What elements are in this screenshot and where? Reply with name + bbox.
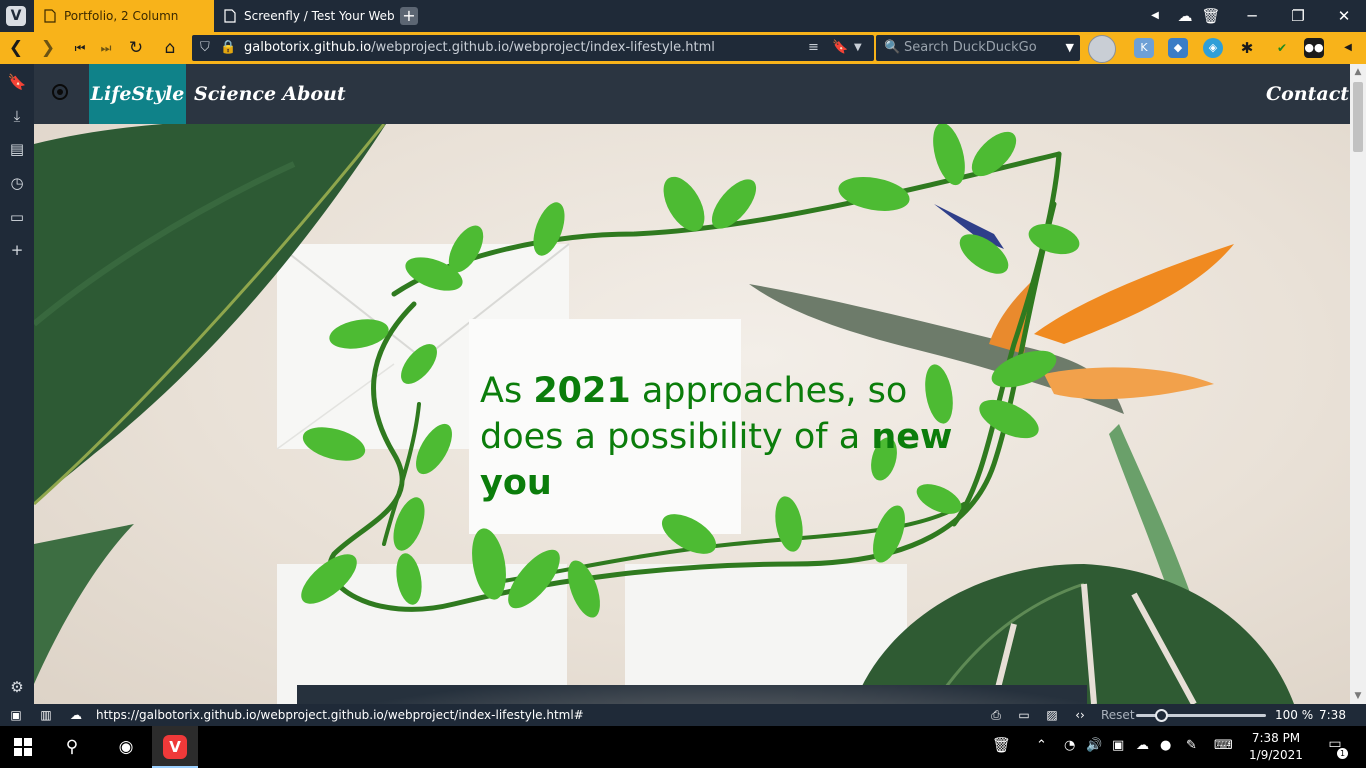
search-placeholder: Search DuckDuckGo — [904, 40, 1037, 55]
page-scrollbar[interactable]: ▲ ▼ — [1350, 64, 1366, 704]
extension-diamond-icon[interactable]: ◈ — [1203, 38, 1223, 58]
document-icon — [224, 9, 236, 23]
zoom-level: 100 % — [1275, 708, 1314, 722]
chevron-down-icon[interactable]: ▼ — [854, 35, 862, 61]
history-icon[interactable]: ◷ — [7, 173, 27, 193]
reader-view-icon[interactable]: ≡ — [808, 35, 819, 61]
status-link-url: https://galbotorix.github.io/webproject.… — [96, 708, 584, 722]
window-icon[interactable]: ▭ — [7, 207, 27, 227]
recycle-bin-icon[interactable]: 🗑 — [992, 736, 1011, 754]
avatar[interactable] — [1088, 35, 1116, 63]
chevron-down-icon[interactable]: ▼ — [1066, 35, 1074, 61]
extension-eyes-icon[interactable]: ●● — [1304, 38, 1324, 58]
home-icon[interactable]: ⌂ — [158, 36, 182, 60]
notes-icon[interactable]: ▤ — [7, 139, 27, 159]
monstera-leaf-image — [854, 564, 1294, 704]
trash-icon[interactable]: 🗑 — [1198, 0, 1224, 32]
shield-icon[interactable]: ⛉ — [200, 35, 210, 61]
scroll-up-icon[interactable]: ▲ — [1350, 64, 1366, 80]
tab-screenfly[interactable]: Screenfly / Test Your Websi — [214, 0, 394, 32]
downloads-icon[interactable]: ⤓ — [7, 106, 27, 126]
app-tray-icon[interactable]: ● — [1160, 738, 1171, 753]
vivaldi-app-icon[interactable]: V — [163, 735, 187, 759]
taskbar-date: 1/9/2021 — [1249, 748, 1303, 762]
pen-icon[interactable]: ✎ — [1186, 738, 1197, 753]
site-navbar: LifeStyle Science About Contact — [34, 64, 1350, 124]
search-field[interactable]: 🔍 Search DuckDuckGo ▼ — [876, 35, 1080, 61]
sync-cloud-icon[interactable]: ☁ — [1170, 0, 1200, 32]
extension-k-icon[interactable]: K — [1134, 38, 1154, 58]
tab-portfolio[interactable]: Portfolio, 2 Column — [34, 0, 214, 32]
checkmark-icon[interactable]: ✔ — [1272, 38, 1292, 58]
notification-count: 1 — [1337, 748, 1348, 759]
windows-start-icon[interactable] — [14, 738, 32, 756]
extension-cube-icon[interactable]: ◆ — [1168, 38, 1188, 58]
page-actions-icon[interactable]: ‹› — [1072, 707, 1088, 723]
status-bar: ▣ ▥ ☁ https://galbotorix.github.io/webpr… — [0, 704, 1366, 744]
tab-scroll-left-icon[interactable]: ◀ — [1140, 0, 1170, 32]
fastforward-icon[interactable]: ⏭ — [94, 36, 118, 60]
capture-camera-icon[interactable]: ⎙ — [988, 707, 1004, 723]
document-icon — [44, 9, 56, 23]
hero-year: 2021 — [533, 371, 631, 411]
panel-toggle-icon[interactable]: ▣ — [8, 707, 24, 723]
volume-icon[interactable]: 🔊 — [1086, 738, 1102, 753]
vivaldi-menu-icon[interactable]: V — [6, 6, 26, 26]
tab-tiling-icon[interactable]: ▥ — [38, 707, 54, 723]
search-icon: 🔍 — [884, 40, 901, 55]
nav-lifestyle[interactable]: LifeStyle — [89, 64, 186, 124]
maximize-button[interactable]: ❐ — [1278, 0, 1318, 32]
forward-arrow-icon[interactable]: ❯ — [36, 36, 60, 60]
meet-now-icon[interactable]: ▣ — [1112, 738, 1124, 753]
content-card — [297, 685, 1087, 704]
settings-gear-icon[interactable]: ⚙ — [7, 677, 27, 697]
keyboard-icon[interactable]: ⌨ — [1214, 738, 1233, 753]
wifi-icon[interactable]: ◔ — [1064, 738, 1075, 753]
sync-cloud-icon[interactable]: ☁ — [68, 707, 84, 723]
rewind-icon[interactable]: ⏮ — [68, 36, 92, 60]
hero-headline: As 2021 approaches, so does a possibilit… — [480, 368, 960, 506]
close-button[interactable]: ✕ — [1324, 0, 1364, 32]
bookmarks-icon[interactable]: 🔖 — [7, 72, 27, 92]
nav-contact[interactable]: Contact — [1266, 64, 1349, 124]
web-page: LifeStyle Science About Contact As 2021 … — [34, 64, 1350, 704]
zoom-reset-button[interactable]: Reset — [1101, 704, 1135, 726]
panel-toggle-icon[interactable]: ◀ — [1338, 38, 1358, 58]
hero-text-pre: As — [480, 371, 534, 411]
scroll-down-icon[interactable]: ▼ — [1350, 688, 1366, 704]
tiling-icon[interactable]: ▭ — [1016, 707, 1032, 723]
taskbar-clock[interactable]: 7:38 PM 1/9/2021 — [1246, 730, 1306, 764]
reload-icon[interactable]: ↻ — [124, 36, 148, 60]
bookmark-icon[interactable]: 🔖 — [832, 35, 848, 61]
minimize-button[interactable]: ─ — [1232, 0, 1272, 32]
site-logo[interactable] — [52, 84, 68, 100]
zoom-slider-handle[interactable] — [1155, 709, 1168, 722]
tab-label: Portfolio, 2 Column — [64, 9, 179, 23]
windows-taskbar: ⚲ ◉ V 🗑 ⌃ ◔ 🔊 ▣ ☁ ● ✎ ⌨ 7:38 PM 1/9/2021… — [0, 726, 1366, 768]
tab-strip: V Portfolio, 2 Column Screenfly / Test Y… — [0, 0, 1366, 32]
search-icon[interactable]: ⚲ — [60, 735, 84, 759]
hero-section: As 2021 approaches, so does a possibilit… — [34, 124, 1350, 704]
notification-center-icon[interactable]: ▭ 1 — [1324, 736, 1348, 759]
url-host: galbotorix.github.io — [244, 40, 372, 55]
new-tab-button[interactable]: + — [400, 7, 418, 25]
url-path: /webproject.github.io/webproject/index-l… — [371, 40, 715, 55]
address-field[interactable]: ⛉ 🔒 galbotorix.github.io/webproject.gith… — [192, 35, 874, 61]
add-panel-icon[interactable]: + — [7, 240, 27, 260]
nav-science[interactable]: Science — [194, 64, 276, 124]
onedrive-icon[interactable]: ☁ — [1136, 738, 1149, 753]
scrollbar-thumb[interactable] — [1353, 82, 1363, 152]
back-arrow-icon[interactable]: ❮ — [4, 36, 28, 60]
side-panel: 🔖 ⤓ ▤ ◷ ▭ + ⚙ — [0, 64, 34, 704]
tab-label: Screenfly / Test Your Websi — [244, 9, 394, 23]
taskbar-time: 7:38 PM — [1251, 731, 1301, 745]
address-toolbar: ❮ ❯ ⏮ ⏭ ↻ ⌂ ⛉ 🔒 galbotorix.github.io/web… — [0, 32, 1366, 64]
nav-about[interactable]: About — [282, 64, 346, 124]
lock-icon[interactable]: 🔒 — [220, 35, 236, 61]
puzzle-icon[interactable]: ✱ — [1237, 38, 1257, 58]
app-character-icon[interactable]: ◉ — [114, 735, 138, 759]
chevron-up-icon[interactable]: ⌃ — [1036, 738, 1047, 753]
image-toggle-icon[interactable]: ▨ — [1044, 707, 1060, 723]
